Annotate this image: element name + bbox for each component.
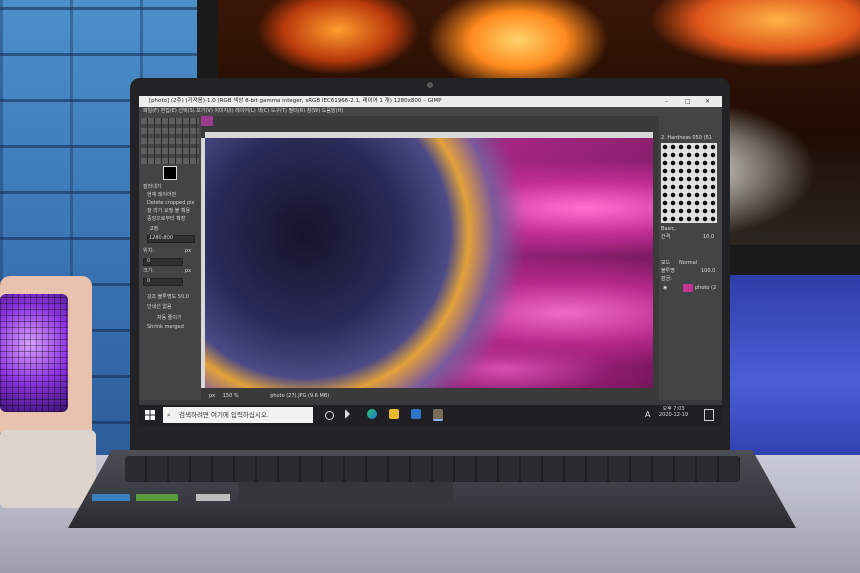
- sticker: [92, 494, 130, 501]
- shrink-merged-option[interactable]: Shrink merged: [147, 324, 184, 330]
- touchpad: [238, 482, 453, 502]
- position-x-value: 0: [147, 258, 151, 264]
- position-label: 위치:: [143, 248, 154, 254]
- option-expand-center[interactable]: 중앙으로부터 확장: [147, 216, 185, 222]
- search-icon: ⌕: [167, 411, 171, 419]
- opacity-label: 불투명: [661, 268, 675, 274]
- status-text: px 150 % photo (27).JPG (9.6 MB): [209, 392, 329, 400]
- image-canvas-flower-photo[interactable]: [205, 138, 653, 388]
- mode-select[interactable]: Normal: [679, 260, 697, 266]
- zoom-select[interactable]: 150 %: [223, 393, 239, 399]
- blue-wall-background: [730, 275, 860, 455]
- task-view-icon[interactable]: [325, 411, 334, 420]
- tool-icons-grid[interactable]: [141, 118, 199, 164]
- spacing-label: 간격: [661, 234, 671, 240]
- brush-name: 2. Hardness 050 (51: [661, 135, 712, 141]
- brush-grid[interactable]: [661, 143, 717, 223]
- windows-start-icon[interactable]: [145, 410, 155, 420]
- mode-label: 모드: [661, 260, 671, 266]
- file-explorer-icon[interactable]: [389, 409, 399, 419]
- tray-clock[interactable]: 오후 7:03 2020-12-19: [659, 406, 688, 418]
- size-label: 크기:: [143, 268, 154, 274]
- menubar-items[interactable]: 파일(F) 편집(E) 선택(S) 보기(V) 이미지(I) 레이어(L) 색(…: [143, 107, 343, 116]
- edge-icon[interactable]: [367, 409, 377, 419]
- image-tab-thumbnail[interactable]: [201, 116, 213, 126]
- option-allow-growing[interactable]: 잘 라기 요필 불 확용: [147, 208, 190, 214]
- size-unit[interactable]: px: [185, 268, 191, 274]
- layer-thumbnail: [683, 284, 693, 292]
- unit-select[interactable]: px: [209, 393, 215, 399]
- foreground-background-color[interactable]: [163, 166, 177, 180]
- size-value: 0: [147, 278, 151, 284]
- gimp-taskbar-icon[interactable]: [433, 409, 443, 421]
- notification-icon[interactable]: [704, 409, 714, 421]
- spacing-value[interactable]: 10.0: [703, 234, 714, 240]
- position-unit[interactable]: px: [185, 248, 191, 254]
- file-info: photo (27).JPG (9.6 MB): [270, 393, 330, 399]
- auto-shrink-button[interactable]: 자동 줄이기: [157, 315, 182, 321]
- option-current-layer[interactable]: 현재 레이어만: [147, 192, 176, 198]
- webcam: [427, 82, 433, 88]
- highlight-opacity[interactable]: 강조 불투명도 50.0: [147, 294, 189, 300]
- lock-label: 잠금:: [661, 276, 672, 282]
- visibility-eye-icon[interactable]: ◉: [663, 285, 667, 291]
- laptop-screen: [photo] (2주) (가져옴)-1.0 (RGB 색상 8-bit gam…: [139, 96, 722, 426]
- option-delete-cropped[interactable]: Delete cropped pix: [147, 200, 194, 206]
- window-title: [photo] (2주) (가져옴)-1.0 (RGB 색상 8-bit gam…: [149, 98, 442, 104]
- fixed-label: 고정: [149, 226, 159, 232]
- tool-options-title: 잘라내기: [143, 184, 162, 190]
- sticker: [196, 494, 230, 501]
- minimize-button[interactable]: –: [665, 96, 668, 107]
- maximize-button[interactable]: □: [685, 96, 691, 107]
- tray-date: 2020-12-19: [659, 412, 689, 418]
- pixel-clock-display: [0, 294, 68, 412]
- search-placeholder: 검색하려면 여기에 입력하십시오.: [179, 411, 269, 419]
- store-icon[interactable]: [411, 409, 421, 419]
- opacity-value[interactable]: 100.0: [701, 268, 715, 274]
- ime-indicator[interactable]: A: [645, 407, 650, 423]
- aspect-ratio-value: 1280:800: [149, 235, 173, 241]
- guides-select[interactable]: 안내선 없음: [147, 304, 172, 310]
- retro-keyboard: [0, 430, 96, 508]
- play-icon[interactable]: [345, 409, 350, 419]
- layer-name[interactable]: photo (2: [695, 285, 716, 291]
- brush-tag[interactable]: Basic,: [661, 226, 676, 232]
- close-button[interactable]: ✕: [705, 96, 710, 107]
- laptop-keyboard: [125, 456, 740, 482]
- sticker: [136, 494, 178, 501]
